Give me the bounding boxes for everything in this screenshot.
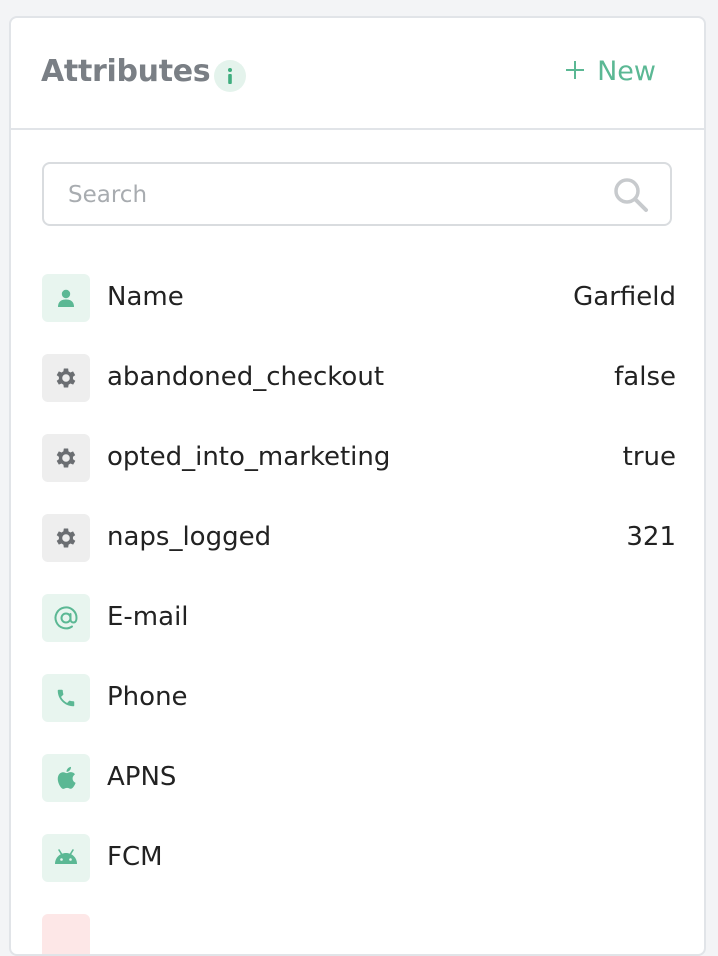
attribute-row-fcm[interactable]: FCM	[42, 834, 676, 914]
attribute-row-apns[interactable]: APNS	[42, 754, 676, 834]
person-icon	[42, 274, 90, 322]
attribute-row-opted-into-marketing[interactable]: opted_into_marketing true	[42, 434, 676, 514]
attribute-name: APNS	[107, 762, 177, 792]
attribute-name: FCM	[107, 842, 163, 872]
attribute-name: Name	[107, 282, 184, 312]
attribute-row-phone[interactable]: Phone	[42, 674, 676, 754]
gear-icon	[42, 514, 90, 562]
search-icon[interactable]	[612, 176, 650, 218]
attribute-row-partial[interactable]	[42, 914, 676, 954]
attribute-value: Garfield	[573, 282, 676, 312]
attribute-name: naps_logged	[107, 522, 272, 552]
panel-header: Attributes New	[11, 18, 704, 130]
attribute-name: abandoned_checkout	[107, 362, 385, 392]
attribute-row-name[interactable]: Name Garfield	[42, 274, 676, 354]
search-input[interactable]	[66, 164, 590, 226]
gear-icon	[42, 434, 90, 482]
new-button-label: New	[597, 56, 656, 87]
partial-attribute-icon	[42, 914, 90, 954]
attribute-value: true	[622, 442, 676, 472]
phone-icon	[42, 674, 90, 722]
attribute-value: 321	[626, 522, 676, 552]
gear-icon	[42, 354, 90, 402]
plus-icon	[565, 56, 585, 87]
attributes-panel: Attributes New Search Name Garfield aban…	[9, 16, 706, 956]
panel-title: Attributes	[41, 54, 211, 89]
info-icon[interactable]	[214, 60, 246, 92]
search-box	[42, 162, 672, 226]
at-icon	[42, 594, 90, 642]
attribute-row-naps-logged[interactable]: naps_logged 321	[42, 514, 676, 594]
attribute-row-email[interactable]: E-mail	[42, 594, 676, 674]
attribute-list: Name Garfield abandoned_checkout false o…	[42, 274, 676, 954]
attribute-name: Phone	[107, 682, 188, 712]
attribute-name: E-mail	[107, 602, 189, 632]
attribute-row-abandoned-checkout[interactable]: abandoned_checkout false	[42, 354, 676, 434]
android-icon	[42, 834, 90, 882]
new-attribute-button[interactable]: New	[565, 56, 656, 87]
apple-icon	[42, 754, 90, 802]
attribute-value: false	[614, 362, 676, 392]
attribute-name: opted_into_marketing	[107, 442, 391, 472]
